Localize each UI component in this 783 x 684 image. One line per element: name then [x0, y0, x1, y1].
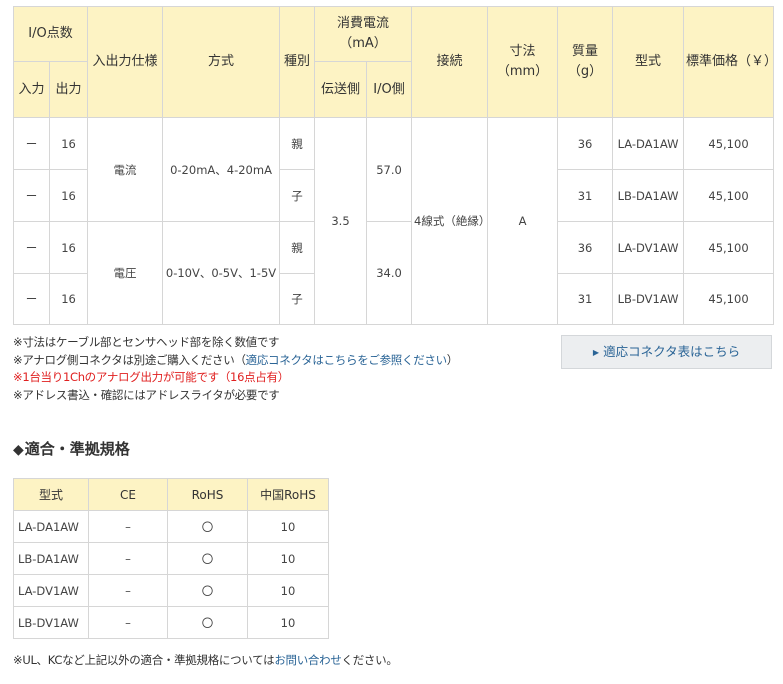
cell-output: 16 [48, 221, 89, 274]
connector-reference-link[interactable]: 適応コネクタはこちらをご参照ください [246, 353, 447, 367]
std-cell-china-rohs: 10 [247, 542, 329, 575]
cell-method: 0-10V、0-5V、1-5V [162, 221, 281, 325]
contact-link[interactable]: お問い合わせ [274, 653, 342, 667]
cell-input: ー [13, 273, 50, 325]
cell-mass: 31 [557, 273, 614, 325]
header-model: 型式 [612, 6, 685, 118]
cell-kind: 親 [279, 221, 316, 274]
note-connector: ※アナログ側コネクタは別途ご購入ください（適応コネクタはこちらをご参照ください） [13, 352, 458, 370]
std-cell-rohs: 〇 [167, 574, 248, 607]
notes: ※寸法はケーブル部とセンサヘッド部を除く数値です ※アナログ側コネクタは別途ご購… [13, 334, 458, 404]
triangle-right-icon: ▶ [592, 348, 600, 357]
cell-method: 0-20mA、4-20mA [162, 117, 281, 222]
header-kind: 種別 [279, 6, 316, 118]
connector-table-button-label: 適応コネクタ表はこちら [603, 344, 741, 359]
cell-price: 45,100 [683, 169, 775, 222]
cell-mass: 31 [557, 169, 614, 222]
std-cell-ce: – [88, 542, 168, 575]
note-connector-suffix: ） [446, 352, 459, 367]
section-title-text: 適合・準拠規格 [24, 440, 130, 458]
table-row: LB-DA1AW – 〇 10 [13, 542, 329, 575]
cell-kind: 子 [279, 169, 316, 222]
cell-input: ー [13, 169, 50, 222]
note-connector-prefix: ※アナログ側コネクタは別途ご購入ください（ [13, 352, 246, 367]
std-header-ce: CE [88, 478, 168, 511]
std-cell-model: LB-DA1AW [13, 542, 89, 575]
cell-mass: 36 [557, 221, 614, 274]
diamond-icon: ◆ [13, 442, 24, 458]
std-header-china-rohs: 中国RoHS [247, 478, 329, 511]
cell-price: 45,100 [683, 273, 775, 325]
footer-suffix: ください。 [341, 653, 398, 667]
note-analog-output: ※1台当り1Chのアナログ出力が可能です（16点占有） [13, 370, 289, 384]
header-input: 入力 [13, 61, 50, 118]
std-cell-model: LB-DV1AW [13, 606, 89, 639]
header-method: 方式 [162, 6, 281, 118]
standards-table: 型式 CE RoHS 中国RoHS LA-DA1AW – 〇 10 LB-DA1… [13, 478, 329, 639]
table-row: LA-DV1AW – 〇 10 [13, 574, 329, 607]
cell-transmit-side: 3.5 [314, 117, 368, 325]
std-cell-ce: – [88, 510, 168, 543]
connector-table-button[interactable]: ▶ 適応コネクタ表はこちら [561, 335, 772, 369]
footer-note: ※UL、KCなど上記以外の適合・準拠規格についてはお問い合わせください。 [13, 652, 398, 668]
table-row: LA-DA1AW – 〇 10 [13, 510, 329, 543]
std-cell-rohs: 〇 [167, 606, 248, 639]
std-cell-rohs: 〇 [167, 510, 248, 543]
std-header-model: 型式 [13, 478, 89, 511]
cell-output: 16 [48, 273, 89, 325]
cell-model: LA-DA1AW [612, 117, 685, 170]
cell-output: 16 [48, 117, 89, 170]
cell-model: LB-DV1AW [612, 273, 685, 325]
std-cell-china-rohs: 10 [247, 574, 329, 607]
cell-output: 16 [48, 169, 89, 222]
footer-prefix: ※UL、KCなど上記以外の適合・準拠規格については [13, 653, 275, 667]
std-cell-ce: – [88, 606, 168, 639]
header-io-side: I/O側 [366, 61, 413, 118]
cell-io-spec: 電流 [87, 117, 164, 222]
cell-model: LA-DV1AW [612, 221, 685, 274]
header-connection: 接続 [411, 6, 489, 118]
cell-io-side: 34.0 [366, 221, 413, 325]
spec-table: I/O点数 入出力仕様 方式 種別 消費電流（mA） 接続 寸法（mm） 質量（… [12, 6, 777, 325]
header-mass: 質量（g） [557, 6, 614, 118]
table-row: LB-DV1AW – 〇 10 [13, 606, 329, 639]
cell-input: ー [13, 117, 50, 170]
std-cell-china-rohs: 10 [247, 510, 329, 543]
cell-kind: 親 [279, 117, 316, 170]
std-header-rohs: RoHS [167, 478, 248, 511]
std-cell-rohs: 〇 [167, 542, 248, 575]
header-power: 消費電流（mA） [314, 6, 413, 62]
cell-dimension: A [487, 117, 559, 325]
cell-model: LB-DA1AW [612, 169, 685, 222]
header-dimension: 寸法（mm） [487, 6, 559, 118]
cell-price: 45,100 [683, 221, 775, 274]
cell-kind: 子 [279, 273, 316, 325]
header-price: 標準価格（￥） [683, 6, 777, 118]
note-dimension: ※寸法はケーブル部とセンサヘッド部を除く数値です [13, 335, 280, 349]
std-cell-ce: – [88, 574, 168, 607]
header-output: 出力 [48, 61, 89, 118]
cell-connection: 4線式（絶縁） [411, 117, 490, 325]
cell-price: 45,100 [683, 117, 775, 170]
std-cell-model: LA-DV1AW [13, 574, 89, 607]
cell-mass: 36 [557, 117, 614, 170]
std-cell-china-rohs: 10 [247, 606, 329, 639]
header-io-points: I/O点数 [12, 6, 89, 62]
note-address-writer: ※アドレス書込・確認にはアドレスライタが必要です [13, 387, 280, 402]
cell-io-spec: 電圧 [87, 221, 164, 325]
std-cell-model: LA-DA1AW [13, 510, 89, 543]
header-io-spec: 入出力仕様 [87, 6, 164, 118]
header-transmit-side: 伝送側 [314, 61, 368, 118]
table-row: ー 16 電流 0-20mA、4-20mA 親 3.5 57.0 4線式（絶縁）… [13, 117, 775, 325]
cell-input: ー [13, 221, 50, 274]
section-title: ◆適合・準拠規格 [13, 438, 130, 459]
cell-io-side: 57.0 [366, 117, 413, 222]
table-row: ー 16 電圧 0-10V、0-5V、1-5V 親 34.0 36 LA-DV1… [13, 221, 775, 325]
